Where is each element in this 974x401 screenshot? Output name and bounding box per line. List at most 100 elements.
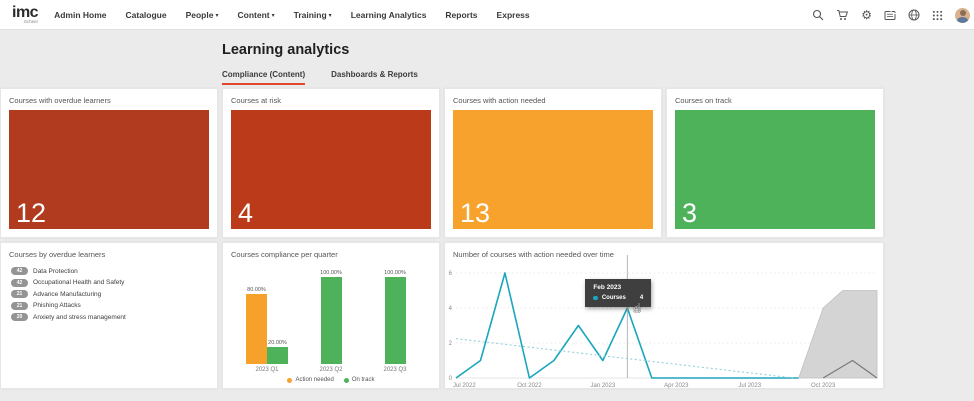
bar-chart[interactable]: 80.00%20.00%100.00%100.00% <box>235 277 427 364</box>
nav-item-learning-analytics[interactable]: Learning Analytics <box>351 10 427 20</box>
news-icon[interactable]: 99+ <box>884 10 896 21</box>
svg-text:Apr 2023: Apr 2023 <box>664 383 689 389</box>
nav-item-content[interactable]: Content▾ <box>237 10 274 20</box>
top-nav: imc Scheer Admin Home Catalogue People▾ Con… <box>0 0 974 30</box>
nav-item-reports[interactable]: Reports <box>445 10 477 20</box>
chart-tooltip: Feb 2023 Courses 4 <box>585 279 651 307</box>
kpi-value: 13 <box>460 199 490 229</box>
bar-group-2023-q2: 100.00% <box>299 277 363 364</box>
svg-text:0: 0 <box>449 376 453 382</box>
imc-logo[interactable]: imc Scheer <box>12 5 38 25</box>
kpi-title: Courses on track <box>667 89 883 105</box>
kpi-value: 3 <box>682 199 697 229</box>
avatar <box>955 8 970 23</box>
bar-segment[interactable] <box>267 347 288 364</box>
legend-label: Action needed <box>295 377 333 383</box>
x-axis-label: 2023 Q2 <box>299 367 363 373</box>
line-chart[interactable]: 0246Jul 2022Oct 2022Jan 2023Apr 2023Jul … <box>445 243 885 390</box>
kpi-tile[interactable]: 3 <box>675 110 875 229</box>
mouse-cursor-icon: ☝ <box>633 301 640 315</box>
nav-item-catalogue[interactable]: Catalogue <box>126 10 167 20</box>
svg-text:6: 6 <box>449 271 453 277</box>
course-label: Phishing Attacks <box>33 302 81 309</box>
legend-action-needed: Action needed <box>287 377 333 383</box>
course-label: Advance Manufacturing <box>33 291 101 298</box>
svg-text:Jul 2022: Jul 2022 <box>453 383 476 389</box>
user-avatar[interactable] <box>955 8 970 23</box>
x-axis-label: 2023 Q1 <box>235 367 299 373</box>
x-axis-label: 2023 Q3 <box>363 367 427 373</box>
tab-dashboards-reports[interactable]: Dashboards & Reports <box>331 70 418 85</box>
count-badge: 21 <box>11 302 28 310</box>
count-badge: 42 <box>11 279 28 287</box>
course-label: Occupational Health and Safety <box>33 279 124 286</box>
forecast-area <box>799 291 877 379</box>
action-needed-over-time-card: Number of courses with action needed ove… <box>444 242 884 389</box>
kpi-value: 12 <box>16 199 46 229</box>
bar-value-label: 100.00% <box>320 270 342 276</box>
search-icon[interactable] <box>812 9 824 21</box>
apps-grid-icon[interactable] <box>932 10 943 21</box>
svg-text:Oct 2022: Oct 2022 <box>517 383 542 389</box>
nav-icons: ⚙ 99+ <box>812 0 970 30</box>
kpi-card-courses-on-track: Courses on track 3 <box>666 88 884 238</box>
main-nav: Admin Home Catalogue People▾ Content▾ Traini… <box>54 10 530 20</box>
list-item[interactable]: 42 Occupational Health and Safety <box>11 279 217 287</box>
overdue-course-list: 42Data Protection 42 Occupational Health a… <box>11 267 217 321</box>
card-title: Courses compliance per quarter <box>223 243 439 259</box>
svg-text:2: 2 <box>449 341 453 347</box>
kpi-tile[interactable]: 13 <box>453 110 653 229</box>
kpi-card-courses-with-overdue-learners: Courses with overdue learners12 <box>0 88 218 238</box>
bar-segment[interactable] <box>321 277 342 364</box>
nav-item-training[interactable]: Training▾ <box>294 10 332 20</box>
gear-icon[interactable]: ⚙ <box>861 9 872 21</box>
bar-segment[interactable] <box>246 294 267 364</box>
globe-icon[interactable] <box>908 9 920 21</box>
nav-item-admin-home[interactable]: Admin Home <box>54 10 106 20</box>
trend-line <box>456 339 794 378</box>
list-item[interactable]: 21 Phishing Attacks <box>11 302 217 310</box>
count-badge: 21 <box>11 290 28 298</box>
tooltip-date: Feb 2023 <box>593 284 643 291</box>
kpi-row: Courses with overdue learners12Courses a… <box>0 88 884 238</box>
tab-compliance-content[interactable]: Compliance (Content) <box>222 70 305 85</box>
svg-text:Jan 2023: Jan 2023 <box>591 383 616 389</box>
kpi-tile[interactable]: 4 <box>231 110 431 229</box>
kpi-card-courses-with-action-needed: Courses with action needed 13 <box>444 88 662 238</box>
bar-on-track: 20.00% <box>267 340 288 364</box>
kpi-value: 4 <box>238 199 253 229</box>
list-item[interactable]: 42Data Protection <box>11 267 217 275</box>
bar-chart-x-labels: 2023 Q12023 Q22023 Q3 <box>235 367 427 373</box>
nav-item-express[interactable]: Express <box>497 10 530 20</box>
bar-chart-legend: Action needed On track <box>223 377 439 383</box>
bar-on-track: 100.00% <box>320 270 342 364</box>
notification-badge: 99+ <box>890 5 905 14</box>
bar-group-2023-q3: 100.00% <box>363 277 427 364</box>
svg-text:Oct 2023: Oct 2023 <box>811 383 836 389</box>
tab-bar: Compliance (Content) Dashboards & Reports <box>222 70 418 85</box>
bar-group-2023-q1: 80.00%20.00% <box>235 277 299 364</box>
card-title: Courses by overdue learners <box>1 243 217 259</box>
tooltip-series: Courses <box>602 295 626 301</box>
page-title: Learning analytics <box>222 42 349 58</box>
course-label: Data Protection <box>33 268 78 275</box>
legend-label: On track <box>352 377 375 383</box>
nav-item-people[interactable]: People▾ <box>186 10 219 20</box>
bar-segment[interactable] <box>385 277 406 364</box>
bar-value-label: 20.00% <box>268 340 287 346</box>
legend-dot-icon <box>287 378 292 383</box>
compliance-per-quarter-card: Courses compliance per quarter 80.00%20.… <box>222 242 440 389</box>
list-item[interactable]: 20Anxiety and stress management <box>11 313 217 321</box>
count-badge: 20 <box>11 313 28 321</box>
charts-row: Courses by overdue learners 42Data Prote… <box>0 242 884 389</box>
kpi-tile[interactable]: 12 <box>9 110 209 229</box>
legend-on-track: On track <box>344 377 375 383</box>
courses-by-overdue-learners-card: Courses by overdue learners 42Data Prote… <box>0 242 218 389</box>
kpi-title: Courses with action needed <box>445 89 661 105</box>
cart-icon[interactable] <box>836 9 849 21</box>
list-item[interactable]: 21 Advance Manufacturing <box>11 290 217 298</box>
chevron-down-icon: ▾ <box>329 13 332 19</box>
chevron-down-icon: ▾ <box>215 13 218 19</box>
bar-on-track: 100.00% <box>384 270 406 364</box>
bar-value-label: 100.00% <box>384 270 406 276</box>
